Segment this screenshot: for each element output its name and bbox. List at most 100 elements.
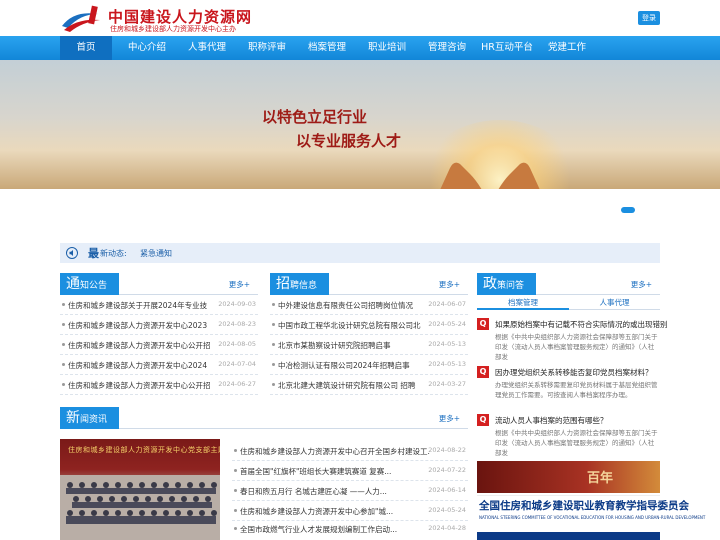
hero-banner[interactable]: 以特色立足行业 以专业服务人才 [0,60,720,189]
ad2-subtitle: NATIONAL STEERING COMMITTEE OF VOCATIONA… [479,515,706,520]
bullet-icon [62,383,65,386]
list-item[interactable]: 全国市政燃气行业人才发展规划编制工作启动... 2024-04-28 [232,519,468,539]
nav-item-hr-platform[interactable]: HR互动平台 [478,36,536,60]
qa-item[interactable]: Q 流动人员人事档案的范围有哪些？ 根据《中共中央组织部人力资源社会保障部等五部… [477,414,660,457]
qa-question[interactable]: 因办理党组织关系转移能否复印党员档案材料？ [495,367,653,378]
list-item[interactable]: 住房和城乡建设部人力资源开发中心公开招 2024-06-27 [60,375,258,395]
list-item-date: 2024-05-13 [428,340,466,348]
notice-more-link[interactable]: 更多+ [229,279,250,290]
policy-sub-tabs: 档案管理 人事代理 [477,296,660,310]
list-item-title[interactable]: 全国市政燃气行业人才发展规划编制工作启动... [240,524,430,535]
news-featured-photo[interactable]: 住房和城乡建设部人力资源开发中心党支部主题党日活动 [60,439,220,540]
list-item[interactable]: 住房和城乡建设部人力资源开发中心参加"城... 2024-05-24 [232,501,468,521]
nav-item-personnel-agency[interactable]: 人事代理 [180,36,234,60]
notice-title-big: 通 [66,276,80,292]
list-item-date: 2024-06-14 [428,486,466,494]
notice-title-small: 知公告 [80,281,108,291]
recruit-panel-title: 招聘信息 [270,273,330,295]
login-button[interactable]: 登录 [638,11,660,25]
list-item[interactable]: 中外建设信息有限责任公司招聘岗位情况 2024-06-07 [270,295,468,315]
bullet-icon [272,363,275,366]
list-item-date: 2024-09-03 [218,300,256,308]
ad1-text: 百年 [587,471,614,486]
bullet-icon [234,489,237,492]
nav-item-home[interactable]: 首页 [60,36,112,60]
nav-item-archives[interactable]: 档案管理 [300,36,354,60]
qa-question[interactable]: 流动人员人事档案的范围有哪些？ [495,415,608,426]
site-header: 中国建设人力资源网 住房和城乡建设部人力资源开发中心主办 登录 [0,0,720,36]
policy-panel-title: 政策问答 [477,273,537,295]
list-item-title[interactable]: 住房和城乡建设部人力资源开发中心参加"城... [240,506,430,517]
list-item[interactable]: 住房和城乡建设部关于开展2024年专业技 2024-09-03 [60,295,258,315]
nav-item-training[interactable]: 职业培训 [360,36,414,60]
policy-title-big: 政 [483,276,497,292]
nav-item-title-review[interactable]: 职称评审 [240,36,294,60]
list-item[interactable]: 住房和城乡建设部人力资源开发中心2023 2024-08-23 [60,315,258,335]
banner-slogan-line1: 以特色立足行业 [262,108,368,126]
list-item-title[interactable]: 住房和城乡建设部人力资源开发中心2024 [68,360,218,371]
list-item-title[interactable]: 住房和城乡建设部人力资源开发中心公开招 [68,380,218,391]
list-item[interactable]: 中国市政工程华北设计研究总院有限公司北 2024-05-24 [270,315,468,335]
ad2-footer-bar [477,532,660,540]
qa-item[interactable]: Q 因办理党组织关系转移能否复印党员档案材料？ 办理党组织关系转移需要复印党员材… [477,366,660,406]
nav-item-party[interactable]: 党建工作 [540,36,594,60]
ticker-headline[interactable]: 紧急通知 [140,248,172,259]
qa-answer: 根据《中共中央组织部人力资源社会保障部等五部门关于印发〈流动人员人事档案管理服务… [495,429,658,457]
list-item[interactable]: 春日和煦五月行 名城古建匠心凝 ——人力... 2024-06-14 [232,481,468,501]
list-item-title[interactable]: 住房和城乡建设部人力资源开发中心2023 [68,320,218,331]
tab-personnel-agency[interactable]: 人事代理 [569,296,660,310]
ad2-title: 全国住房和城乡建设职业教育教学指导委员会 [479,500,689,512]
qa-item[interactable]: Q 如果原始档案中有记载不符合实际情况的或出现错别 根据《中共中央组织部人力资源… [477,318,668,361]
recruit-title-small: 聘信息 [290,281,318,291]
tab-archives[interactable]: 档案管理 [477,296,569,310]
centennial-banner-ad[interactable]: 百年 [477,461,660,493]
list-item-title[interactable]: 住房和城乡建设部人力资源开发中心召开全国乡村建设工... [240,446,430,457]
bullet-icon [234,449,237,452]
question-icon: Q [477,414,489,426]
list-item[interactable]: 住房和城乡建设部人力资源开发中心公开招 2024-08-05 [60,335,258,355]
list-item[interactable]: 北京北建大建筑设计研究院有限公司 招聘 2024-03-27 [270,375,468,395]
news-more-link[interactable]: 更多+ [439,413,460,424]
list-item[interactable]: 北京市某勘察设计研究院招聘启事 2024-05-13 [270,335,468,355]
list-item-title[interactable]: 首届全国"红旗杯"班组长大赛建筑赛道 复赛... [240,466,430,477]
list-item-title[interactable]: 中冶检测认证有限公司2024年招聘启事 [278,360,428,371]
qa-question[interactable]: 如果原始档案中有记载不符合实际情况的或出现错别 [495,319,668,330]
bullet-icon [234,509,237,512]
list-item-title[interactable]: 住房和城乡建设部关于开展2024年专业技 [68,300,218,311]
list-item-title[interactable]: 住房和城乡建设部人力资源开发中心公开招 [68,340,218,351]
list-item-title[interactable]: 春日和煦五月行 名城古建匠心凝 ——人力... [240,486,430,497]
list-item[interactable]: 住房和城乡建设部人力资源开发中心2024 2024-07-04 [60,355,258,375]
list-item-date: 2024-08-22 [428,446,466,454]
list-item-date: 2024-08-05 [218,340,256,348]
list-item-title[interactable]: 北京市某勘察设计研究院招聘启事 [278,340,428,351]
bullet-icon [272,383,275,386]
nav-item-about[interactable]: 中心介绍 [120,36,174,60]
list-item-date: 2024-08-23 [218,320,256,328]
list-item[interactable]: 住房和城乡建设部人力资源开发中心召开全国乡村建设工... 2024-08-22 [232,441,468,461]
hands-icon [440,162,540,189]
bullet-icon [272,303,275,306]
list-item[interactable]: 中冶检测认证有限公司2024年招聘启事 2024-05-13 [270,355,468,375]
question-icon: Q [477,318,489,330]
speaker-icon [66,247,78,259]
list-item-date: 2024-07-22 [428,466,466,474]
site-logo[interactable]: 中国建设人力资源网 住房和城乡建设部人力资源开发中心主办 [60,4,251,34]
ticker-label: 新动态: [100,249,127,258]
notice-panel-header: 通知公告 更多+ [60,273,258,295]
nav-item-consulting[interactable]: 管理咨询 [420,36,474,60]
vocational-committee-ad[interactable]: 全国住房和城乡建设职业教育教学指导委员会 NATIONAL STEERING C… [477,495,705,540]
list-item-title[interactable]: 北京北建大建筑设计研究院有限公司 招聘 [278,380,428,391]
bullet-icon [272,343,275,346]
carousel-indicator[interactable] [621,207,635,213]
bullet-icon [62,303,65,306]
recruit-more-link[interactable]: 更多+ [439,279,460,290]
bullet-icon [234,469,237,472]
qa-answer: 办理党组织关系转移需要复印党员材料属于基层党组织管理党员工作需要。可按查阅人事档… [495,381,658,399]
list-item-title[interactable]: 中外建设信息有限责任公司招聘岗位情况 [278,300,428,311]
list-item[interactable]: 首届全国"红旗杯"班组长大赛建筑赛道 复赛... 2024-07-22 [232,461,468,481]
list-item-title[interactable]: 中国市政工程华北设计研究总院有限公司北 [278,320,428,331]
news-ticker: 最 新动态: 紧急通知 [60,243,660,263]
policy-more-link[interactable]: 更多+ [631,279,652,290]
list-item-date: 2024-05-24 [428,320,466,328]
news-title-small: 闻资讯 [80,415,108,425]
